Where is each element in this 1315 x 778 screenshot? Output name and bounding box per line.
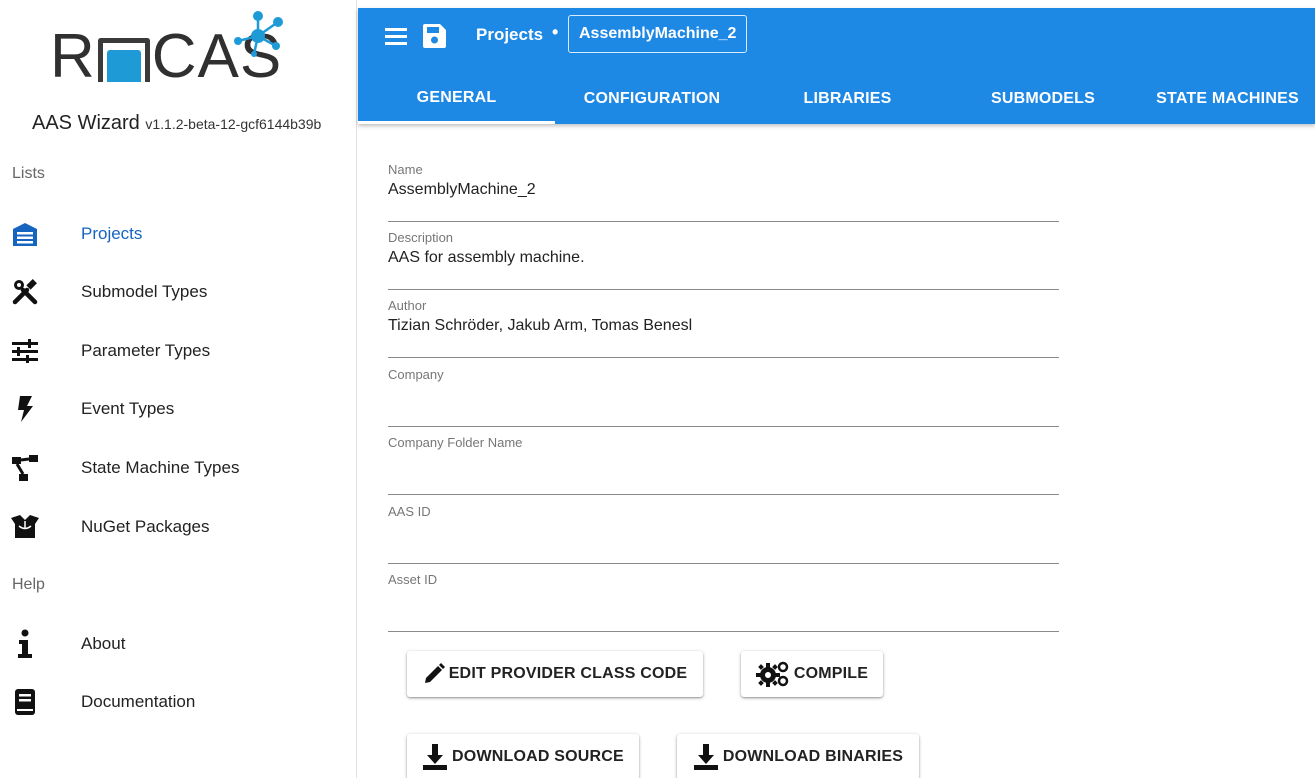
pencil-icon xyxy=(423,663,445,685)
aas-id-field[interactable]: AAS ID xyxy=(388,504,1059,564)
tab-libraries[interactable]: LIBRARIES xyxy=(749,74,946,124)
sidebar-item-label: Event Types xyxy=(81,399,175,418)
company-folder-name-field[interactable]: Company Folder Name xyxy=(388,435,1059,495)
edit-provider-class-code-button[interactable]: EDIT PROVIDER CLASS CODE xyxy=(407,651,703,697)
compile-button[interactable]: COMPILE xyxy=(741,651,883,697)
sidebar-item-submodel-types[interactable]: Submodel Types xyxy=(0,270,356,314)
sidebar: R CAS AAS Wizard v1.1.2-beta-12-gcf6144b… xyxy=(0,0,357,778)
sidebar-item-label: NuGet Packages xyxy=(81,517,210,536)
field-value[interactable]: AssemblyMachine_2 xyxy=(388,181,536,199)
state-machine-icon xyxy=(10,453,40,483)
sidebar-item-parameter-types[interactable]: Parameter Types xyxy=(0,329,356,373)
tune-icon xyxy=(10,336,40,366)
save-icon[interactable] xyxy=(420,22,448,50)
package-icon xyxy=(10,512,40,542)
breadcrumb-projects[interactable]: Projects xyxy=(476,25,543,45)
sidebar-item-label: Documentation xyxy=(81,692,196,711)
top-app-bar: Projects • AssemblyMachine_2 GENERAL CON… xyxy=(358,8,1315,124)
download-binaries-button[interactable]: DOWNLOAD BINARIES xyxy=(677,734,919,778)
name-field[interactable]: Name AssemblyMachine_2 xyxy=(388,162,1059,222)
description-field[interactable]: Description AAS for assembly machine. xyxy=(388,230,1059,290)
rocas-logo: R CAS xyxy=(50,8,310,108)
field-label: Asset ID xyxy=(388,572,438,587)
sidebar-item-label: Submodel Types xyxy=(81,282,208,301)
tab-configuration[interactable]: CONFIGURATION xyxy=(555,74,749,124)
button-label: EDIT PROVIDER CLASS CODE xyxy=(448,665,688,682)
tab-submodels[interactable]: SUBMODELS xyxy=(946,74,1140,124)
lists-section-label: Lists xyxy=(12,165,45,182)
sidebar-item-label: State Machine Types xyxy=(81,458,240,477)
warehouse-icon xyxy=(10,219,40,249)
field-value[interactable]: Tizian Schröder, Jakub Arm, Tomas Benesl xyxy=(388,317,692,335)
gears-icon xyxy=(755,660,790,688)
sidebar-item-label: About xyxy=(81,634,126,653)
field-value[interactable]: AAS for assembly machine. xyxy=(388,249,585,267)
sidebar-item-documentation[interactable]: Documentation xyxy=(0,680,356,724)
sidebar-item-label: Parameter Types xyxy=(81,341,211,360)
download-icon xyxy=(693,743,719,771)
author-field[interactable]: Author Tizian Schröder, Jakub Arm, Tomas… xyxy=(388,298,1059,358)
sidebar-item-label: Projects xyxy=(81,224,143,243)
field-label: Company xyxy=(388,367,444,382)
breadcrumb-current-project[interactable]: AssemblyMachine_2 xyxy=(568,15,748,53)
field-label: Author xyxy=(388,298,427,313)
info-icon xyxy=(10,629,40,659)
logo-box-icon xyxy=(97,38,150,82)
company-field[interactable]: Company xyxy=(388,367,1059,427)
tab-general[interactable]: GENERAL xyxy=(358,74,555,124)
book-icon xyxy=(10,687,40,717)
app-version: v1.1.2-beta-12-gcf6144b39b xyxy=(145,116,322,132)
sidebar-item-about[interactable]: About xyxy=(0,622,356,666)
button-label: DOWNLOAD BINARIES xyxy=(722,748,904,765)
sidebar-item-nuget-packages[interactable]: NuGet Packages xyxy=(0,505,356,549)
download-source-button[interactable]: DOWNLOAD SOURCE xyxy=(407,734,639,778)
logo-text-left: R xyxy=(50,22,96,91)
asset-id-field[interactable]: Asset ID xyxy=(388,572,1059,632)
flash-icon xyxy=(10,394,40,424)
help-section-label: Help xyxy=(12,576,45,593)
field-label: Company Folder Name xyxy=(388,435,523,450)
field-label: Description xyxy=(388,230,454,245)
sidebar-item-event-types[interactable]: Event Types xyxy=(0,387,356,431)
field-label: AAS ID xyxy=(388,504,431,519)
app-title: AAS Wizard v1.1.2-beta-12-gcf6144b39b xyxy=(32,112,321,135)
sidebar-item-state-machine-types[interactable]: State Machine Types xyxy=(0,446,356,490)
download-icon xyxy=(422,743,448,771)
sidebar-item-projects[interactable]: Projects xyxy=(0,212,356,256)
menu-icon[interactable] xyxy=(382,22,410,50)
tools-icon xyxy=(10,277,40,307)
breadcrumb-separator: • xyxy=(552,22,559,42)
button-label: COMPILE xyxy=(793,665,869,682)
tab-state-machines[interactable]: STATE MACHINES xyxy=(1140,74,1315,124)
button-label: DOWNLOAD SOURCE xyxy=(452,748,624,765)
network-graph-icon xyxy=(234,11,283,57)
app-name: AAS Wizard xyxy=(32,112,140,134)
field-label: Name xyxy=(388,162,423,177)
